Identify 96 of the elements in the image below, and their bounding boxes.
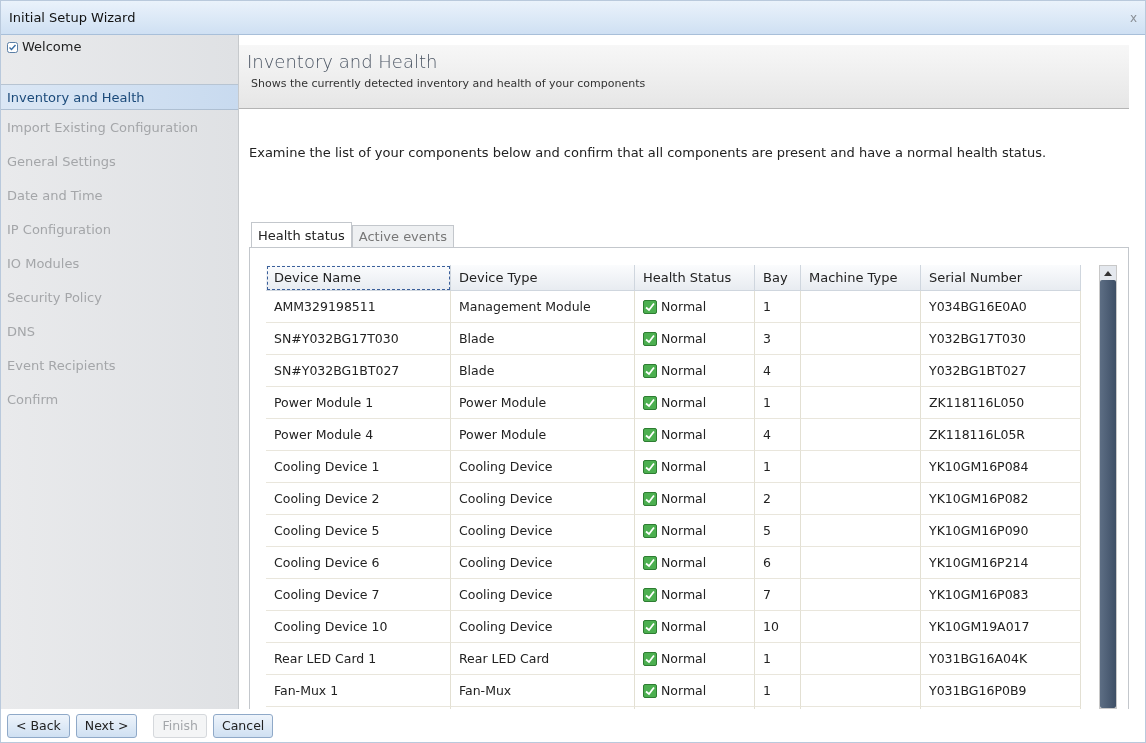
wizard-step[interactable]: Inventory and Health — [1, 85, 238, 110]
column-header[interactable]: Device Name — [266, 265, 451, 291]
table-cell: 7 — [755, 579, 801, 611]
scroll-up-icon[interactable] — [1104, 270, 1112, 276]
check-icon — [643, 523, 657, 538]
page-title: Inventory and Health — [246, 51, 439, 72]
status-text: Normal — [661, 491, 707, 506]
table-cell: Cooling Device — [451, 451, 635, 483]
status-text: Normal — [661, 331, 707, 346]
check-icon — [643, 651, 657, 666]
table-cell: AMM329198511 — [266, 291, 451, 323]
table-cell: Cooling Device — [451, 611, 635, 643]
status-text: Normal — [661, 299, 707, 314]
table-cell: YK10GM16P083 — [921, 579, 1081, 611]
table-cell: 1 — [755, 387, 801, 419]
table-cell: Fan-Mux 1 — [266, 675, 451, 707]
table-cell: Cooling Device — [451, 579, 635, 611]
table-cell: Rear LED Card 1 — [266, 643, 451, 675]
status-text: Normal — [661, 363, 707, 378]
table-cell: Blade — [451, 355, 635, 387]
table-cell: Power Module — [451, 419, 635, 451]
check-icon — [643, 587, 657, 602]
table-cell: Cooling Device — [451, 483, 635, 515]
table-cell: Y032BG1BT027 — [921, 355, 1081, 387]
table-cell: YK10GM16P082 — [921, 483, 1081, 515]
tab[interactable]: Health status — [251, 222, 352, 247]
check-icon — [643, 363, 657, 378]
table-cell: Y034BG16E0A0 — [921, 291, 1081, 323]
table-cell: 6 — [755, 547, 801, 579]
check-icon — [643, 555, 657, 570]
wizard-button[interactable]: Next > — [75, 713, 138, 738]
table-cell: Blade — [451, 323, 635, 355]
table-cell: Cooling Device 1 — [266, 451, 451, 483]
table-cell: Power Module — [451, 387, 635, 419]
tab[interactable]: Active events — [351, 225, 454, 247]
table-cell: YK10GM16P214 — [921, 547, 1081, 579]
table-cell: Power Module 4 — [266, 419, 451, 451]
table-cell: YK10GM19A017 — [921, 611, 1081, 643]
check-icon — [643, 427, 657, 442]
check-icon — [643, 395, 657, 410]
table-cell: 2 — [755, 483, 801, 515]
table-cell: SN#Y032BG17T030 — [266, 323, 451, 355]
table-cell: YK10GM16P090 — [921, 515, 1081, 547]
table-cell: 1 — [755, 451, 801, 483]
status-text: Normal — [661, 651, 707, 666]
table-cell: Y031BG16P0B9 — [921, 675, 1081, 707]
table-cell: YK10GM16P084 — [921, 451, 1081, 483]
column-header[interactable]: Bay — [755, 265, 801, 291]
status-text: Normal — [661, 587, 707, 602]
table-cell: Cooling Device 5 — [266, 515, 451, 547]
status-text: Normal — [661, 683, 707, 698]
column-header[interactable]: Machine Type — [801, 265, 921, 291]
table-cell: Cooling Device 6 — [266, 547, 451, 579]
table-cell: Cooling Device — [451, 547, 635, 579]
table-cell: 3 — [755, 323, 801, 355]
scrollbar[interactable] — [1099, 265, 1117, 709]
status-text: Normal — [661, 427, 707, 442]
table-cell: Management Module — [451, 291, 635, 323]
column-header[interactable]: Health Status — [635, 265, 755, 291]
table-cell: 10 — [755, 611, 801, 643]
column-header[interactable]: Serial Number — [921, 265, 1081, 291]
status-text: Normal — [661, 459, 707, 474]
check-icon — [643, 299, 657, 314]
page-subtitle: Shows the currently detected inventory and health of your components — [250, 77, 647, 90]
table-cell: Fan-Mux — [451, 675, 635, 707]
table-cell: 5 — [755, 515, 801, 547]
window-title: Initial Setup Wizard — [9, 10, 136, 25]
table-cell: Cooling Device 10 — [266, 611, 451, 643]
status-text: Normal — [661, 395, 707, 410]
table-cell: 1 — [755, 675, 801, 707]
check-icon — [643, 459, 657, 474]
table-cell: 1 — [755, 291, 801, 323]
wizard-button[interactable]: Cancel — [212, 713, 274, 738]
instructions-text: Examine the list of your components below and confirm that all components are present and have a normal health status. — [249, 145, 1048, 160]
table-cell: 4 — [755, 355, 801, 387]
wizard-button[interactable]: < Back — [7, 713, 70, 738]
status-text: Normal — [661, 523, 707, 538]
table-cell: 4 — [755, 419, 801, 451]
table-cell: ZK118116L05R — [921, 419, 1081, 451]
table-cell: 1 — [755, 643, 801, 675]
check-icon — [643, 331, 657, 346]
table-cell: Y031BG16A04K — [921, 643, 1081, 675]
table-cell: SN#Y032BG1BT027 — [266, 355, 451, 387]
table-cell: Y032BG17T030 — [921, 323, 1081, 355]
status-text: Normal — [661, 619, 707, 634]
table-cell: Rear LED Card — [451, 643, 635, 675]
table-cell: Cooling Device — [451, 515, 635, 547]
check-icon — [643, 619, 657, 634]
column-header[interactable]: Device Type — [451, 265, 635, 291]
table-cell: Cooling Device 7 — [266, 579, 451, 611]
table-cell: Power Module 1 — [266, 387, 451, 419]
check-icon — [643, 683, 657, 698]
table-cell: ZK118116L050 — [921, 387, 1081, 419]
table-cell: Cooling Device 2 — [266, 483, 451, 515]
status-text: Normal — [661, 555, 707, 570]
check-icon — [643, 491, 657, 506]
